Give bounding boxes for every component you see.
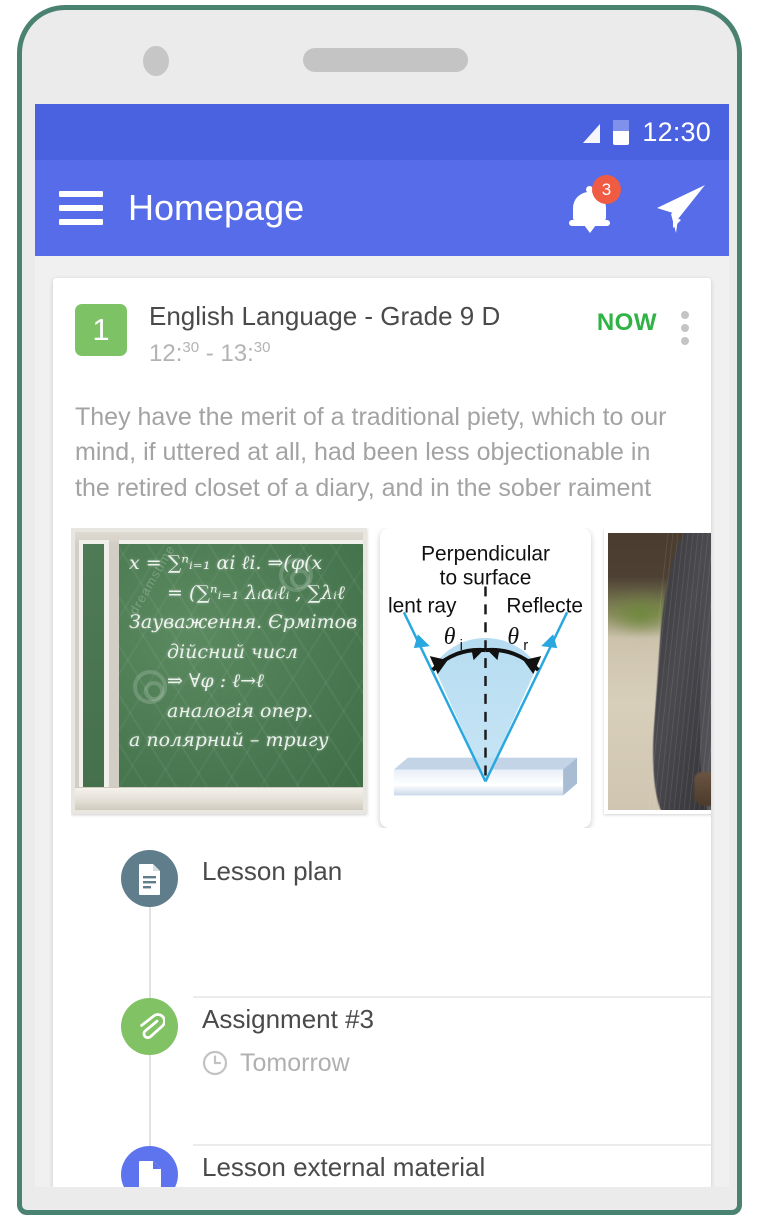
list-item-body: Lesson external material [202, 1146, 689, 1183]
paperclip-icon[interactable] [121, 998, 178, 1056]
battery-icon [613, 119, 630, 145]
label-perpendicular-line1: Perpendicular [421, 543, 550, 566]
chalkboard-writing: x = ∑ⁿᵢ₌₁ αi ℓi. ⇒(φ(x = (∑ⁿᵢ₌₁ λᵢαᵢℓᵢ ,… [129, 552, 358, 752]
lesson-time-start-minutes: 30 [182, 338, 200, 356]
lesson-time-separator: - [199, 339, 221, 367]
lesson-title: English Language - Grade 9 D [149, 301, 501, 331]
chalkboard-photo[interactable]: x = ∑ⁿᵢ₌₁ αi ℓi. ⇒(φ(x = (∑ⁿᵢ₌₁ λᵢαᵢℓᵢ ,… [71, 528, 367, 815]
status-badge-now: NOW [596, 309, 657, 336]
app-bar-actions: 3 [567, 175, 707, 233]
lesson-time-range: 12:30 - 13:30 [149, 340, 597, 366]
list-item-meta: Tomorrow [202, 1049, 689, 1078]
notification-count-badge: 3 [592, 175, 621, 204]
app-bar: Homepage 3 [35, 160, 729, 256]
card-header: 1 English Language - Grade 9 D 12:30 - 1… [53, 302, 711, 366]
lesson-time-start-hour: 12: [149, 339, 183, 367]
list-item-body: Lesson plan [202, 850, 689, 887]
lesson-time-end-minutes: 30 [253, 338, 271, 356]
label-theta-i-subscript: i [460, 637, 463, 654]
status-bar: 12:30 [35, 104, 729, 160]
list-item-title: Lesson plan [202, 856, 343, 887]
list-item[interactable]: Lesson plan [53, 850, 711, 999]
signal-bars-icon [583, 123, 601, 143]
earpiece-speaker [303, 48, 468, 72]
list-item-body: Assignment #3 Tomorrow [202, 998, 689, 1078]
lesson-time-end-hour: 13: [220, 339, 254, 367]
attachment-list: Lesson plan Assignment #3 Tomorrow Lesso… [53, 850, 711, 1187]
status-bar-time: 12:30 [642, 116, 711, 147]
reflection-diagram[interactable]: Perpendicular to surface lent ray Reflec… [380, 528, 591, 829]
phone-frame: 12:30 Homepage 3 1 English Language - Gr… [17, 5, 742, 1215]
list-item-title: Lesson external material [202, 1152, 486, 1183]
list-item[interactable]: Assignment #3 Tomorrow [53, 998, 711, 1147]
label-incident-ray: lent ray [388, 594, 457, 617]
label-reflected-ray: Reflecte [506, 594, 583, 617]
label-theta-i: θ [444, 624, 456, 650]
lesson-number-badge: 1 [75, 304, 127, 356]
chalkboard-watermark: dreamstime [125, 542, 178, 618]
clock-icon [202, 1051, 228, 1076]
list-item-title: Assignment #3 [202, 1004, 374, 1035]
lesson-description: They have the merit of a traditional pie… [75, 402, 667, 502]
hamburger-menu-icon[interactable] [59, 191, 103, 225]
card-header-text: English Language - Grade 9 D 12:30 - 13:… [149, 302, 597, 366]
list-item[interactable]: Lesson external material [53, 1146, 711, 1187]
label-perpendicular-line2: to surface [440, 567, 532, 590]
list-item-meta-text: Tomorrow [240, 1048, 350, 1077]
document-lines-icon[interactable] [121, 850, 178, 908]
phone-screen: 12:30 Homepage 3 1 English Language - Gr… [35, 104, 729, 1187]
page-title: Homepage [128, 187, 305, 228]
kebab-menu-icon[interactable] [681, 311, 689, 345]
person-photo[interactable] [604, 528, 711, 815]
label-theta-r: θ [507, 624, 519, 650]
content-scroll-area[interactable]: 1 English Language - Grade 9 D 12:30 - 1… [35, 256, 729, 1187]
bell-icon[interactable]: 3 [567, 175, 621, 233]
file-page-icon[interactable] [121, 1146, 178, 1187]
paper-plane-icon[interactable] [651, 183, 707, 233]
lesson-card[interactable]: 1 English Language - Grade 9 D 12:30 - 1… [53, 278, 711, 1187]
media-carousel[interactable]: x = ∑ⁿᵢ₌₁ αi ℓi. ⇒(φ(x = (∑ⁿᵢ₌₁ λᵢαᵢℓᵢ ,… [71, 528, 711, 829]
label-theta-r-subscript: r [523, 637, 528, 654]
front-camera-icon [143, 46, 169, 76]
